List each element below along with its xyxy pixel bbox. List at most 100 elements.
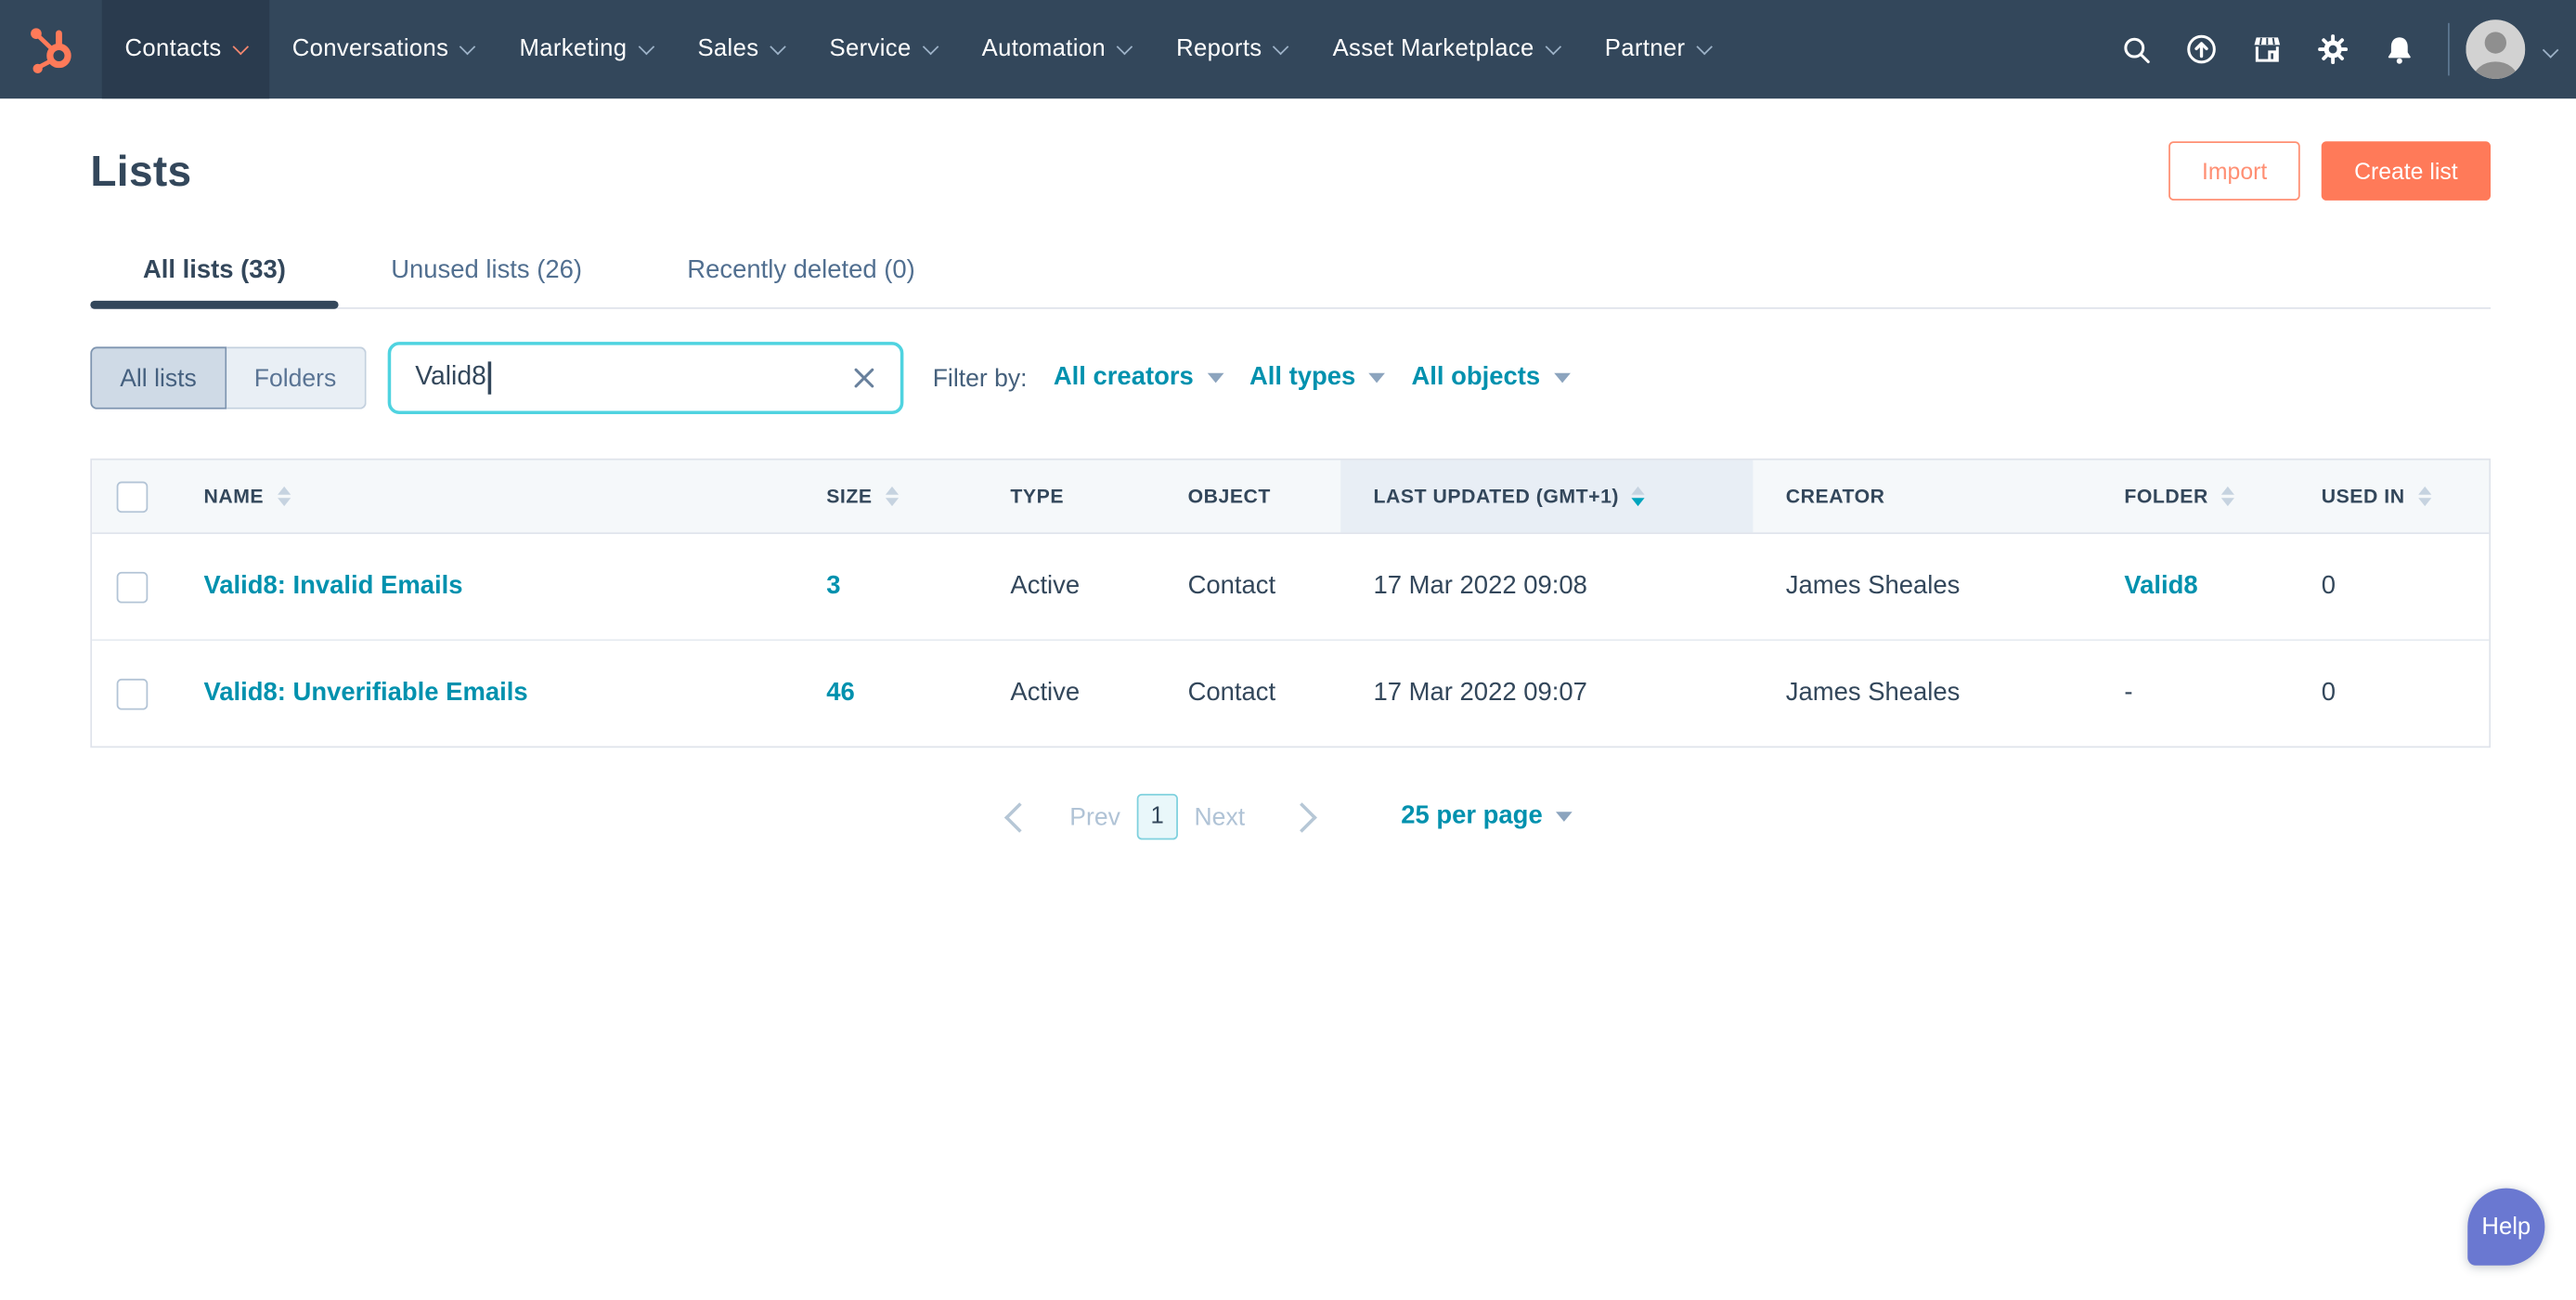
nav-item-partner[interactable]: Partner <box>1582 0 1733 98</box>
clear-search-button[interactable] <box>852 367 875 390</box>
column-label: LAST UPDATED (GMT+1) <box>1374 485 1620 508</box>
toggle-folders[interactable]: Folders <box>227 346 366 409</box>
nav-item-label: Partner <box>1605 36 1686 62</box>
sort-asc-icon <box>277 487 290 495</box>
next-page-button[interactable]: Next <box>1195 803 1246 831</box>
current-page-indicator[interactable]: 1 <box>1137 794 1178 840</box>
column-label: NAME <box>203 485 264 508</box>
sort-icons <box>277 487 290 506</box>
marketplace-icon <box>2251 32 2284 65</box>
creators-filter-dropdown[interactable]: All creators <box>1054 363 1223 393</box>
sort-desc-icon <box>277 498 290 506</box>
settings-button[interactable] <box>2300 0 2366 98</box>
chevron-down-icon <box>922 39 938 56</box>
row-select-cell <box>92 641 171 746</box>
column-label: SIZE <box>826 485 872 508</box>
pagination: Prev 1 Next 25 per page <box>90 794 2491 840</box>
chevron-down-icon <box>1117 39 1133 56</box>
sort-icons <box>886 487 899 506</box>
nav-item-automation[interactable]: Automation <box>959 0 1153 98</box>
types-filter-dropdown[interactable]: All types <box>1249 363 1385 393</box>
list-name-link[interactable]: Valid8: Unverifiable Emails <box>203 679 527 707</box>
row-checkbox[interactable] <box>116 678 148 709</box>
list-folder-link[interactable]: Valid8 <box>2124 572 2197 600</box>
table-row: Valid8: Invalid Emails 3 Active Contact … <box>92 534 2489 641</box>
chevron-down-icon <box>460 39 476 56</box>
column-label: TYPE <box>1010 485 1064 508</box>
page-last-chevron-right-icon[interactable] <box>1287 801 1317 832</box>
settings-gear-icon <box>2316 32 2349 65</box>
tab-unused-lists[interactable]: Unused lists (26) <box>339 233 635 307</box>
objects-filter-dropdown[interactable]: All objects <box>1411 363 1570 393</box>
nav-item-marketing[interactable]: Marketing <box>497 0 675 98</box>
nav-item-reports[interactable]: Reports <box>1153 0 1309 98</box>
chevron-down-icon <box>232 39 249 56</box>
caret-down-icon <box>1368 373 1385 384</box>
dropdown-label: All creators <box>1054 363 1194 393</box>
nav-item-sales[interactable]: Sales <box>675 0 807 98</box>
select-all-cell <box>92 461 171 533</box>
account-chevron-down-icon[interactable] <box>2543 41 2559 58</box>
dropdown-label: All objects <box>1411 363 1540 393</box>
table-row: Valid8: Unverifiable Emails 46 Active Co… <box>92 641 2489 746</box>
chevron-down-icon <box>1273 39 1289 56</box>
search-input[interactable]: Valid8 <box>387 342 903 414</box>
caret-down-icon <box>1207 373 1223 384</box>
nav-item-service[interactable]: Service <box>807 0 959 98</box>
list-object: Contact <box>1155 679 1340 708</box>
table-header-row: NAME SIZE TYPE OBJECT LAST UPDATED (GMT+… <box>92 461 2489 535</box>
notifications-button[interactable] <box>2366 0 2432 98</box>
nav-divider <box>2448 23 2450 76</box>
marketplace-button[interactable] <box>2234 0 2300 98</box>
list-last-updated: 17 Mar 2022 09:08 <box>1340 572 1753 602</box>
column-header-folder[interactable]: FOLDER <box>2091 461 2288 533</box>
nav-item-label: Asset Marketplace <box>1333 36 1534 62</box>
upload-button[interactable] <box>2168 0 2234 98</box>
row-select-cell <box>92 534 171 639</box>
sort-asc-icon <box>1632 487 1645 495</box>
chevron-down-icon <box>638 39 654 56</box>
dropdown-label: All types <box>1249 363 1355 393</box>
notifications-bell-icon <box>2383 33 2414 65</box>
column-label: FOLDER <box>2124 485 2208 508</box>
chevron-down-icon <box>1545 39 1561 56</box>
view-toggle: All lists Folders <box>90 346 366 409</box>
avatar[interactable] <box>2466 20 2525 79</box>
list-size-link[interactable]: 3 <box>826 572 840 600</box>
nav-item-asset-marketplace[interactable]: Asset Marketplace <box>1310 0 1582 98</box>
column-header-used-in[interactable]: USED IN <box>2288 461 2489 533</box>
sort-asc-icon <box>886 487 899 495</box>
help-button[interactable]: Help <box>2467 1189 2544 1266</box>
column-header-size[interactable]: SIZE <box>794 461 977 533</box>
page-first-chevron-left-icon[interactable] <box>1004 801 1035 832</box>
create-list-button[interactable]: Create list <box>2322 141 2491 201</box>
hubspot-logo[interactable] <box>0 0 102 98</box>
lists-table: NAME SIZE TYPE OBJECT LAST UPDATED (GMT+… <box>90 459 2491 748</box>
per-page-label: 25 per page <box>1401 802 1542 832</box>
toggle-all-lists[interactable]: All lists <box>90 346 226 409</box>
sort-asc-icon <box>2221 487 2234 495</box>
caret-down-icon <box>1553 373 1570 384</box>
column-header-creator: CREATOR <box>1753 461 2091 533</box>
nav-item-label: Contacts <box>125 36 222 62</box>
header-actions: Import Create list <box>2169 141 2491 201</box>
sort-desc-icon-active <box>1632 498 1645 506</box>
list-type: Active <box>977 572 1155 602</box>
per-page-dropdown[interactable]: 25 per page <box>1401 802 1572 832</box>
list-size-link[interactable]: 46 <box>826 679 855 707</box>
search-button[interactable] <box>2103 0 2168 98</box>
column-header-last-updated[interactable]: LAST UPDATED (GMT+1) <box>1340 461 1753 533</box>
import-button[interactable]: Import <box>2169 141 2300 201</box>
row-checkbox[interactable] <box>116 571 148 603</box>
tab-all-lists[interactable]: All lists (33) <box>90 233 338 307</box>
tab-recently-deleted[interactable]: Recently deleted (0) <box>635 233 968 307</box>
list-name-link[interactable]: Valid8: Invalid Emails <box>203 572 462 600</box>
nav-item-contacts[interactable]: Contacts <box>102 0 269 98</box>
column-header-name[interactable]: NAME <box>171 461 794 533</box>
column-header-object: OBJECT <box>1155 461 1340 533</box>
nav-item-conversations[interactable]: Conversations <box>269 0 497 98</box>
column-label: CREATOR <box>1786 485 1885 508</box>
select-all-checkbox[interactable] <box>116 481 148 513</box>
prev-page-button[interactable]: Prev <box>1069 803 1120 831</box>
column-label: USED IN <box>2322 485 2405 508</box>
